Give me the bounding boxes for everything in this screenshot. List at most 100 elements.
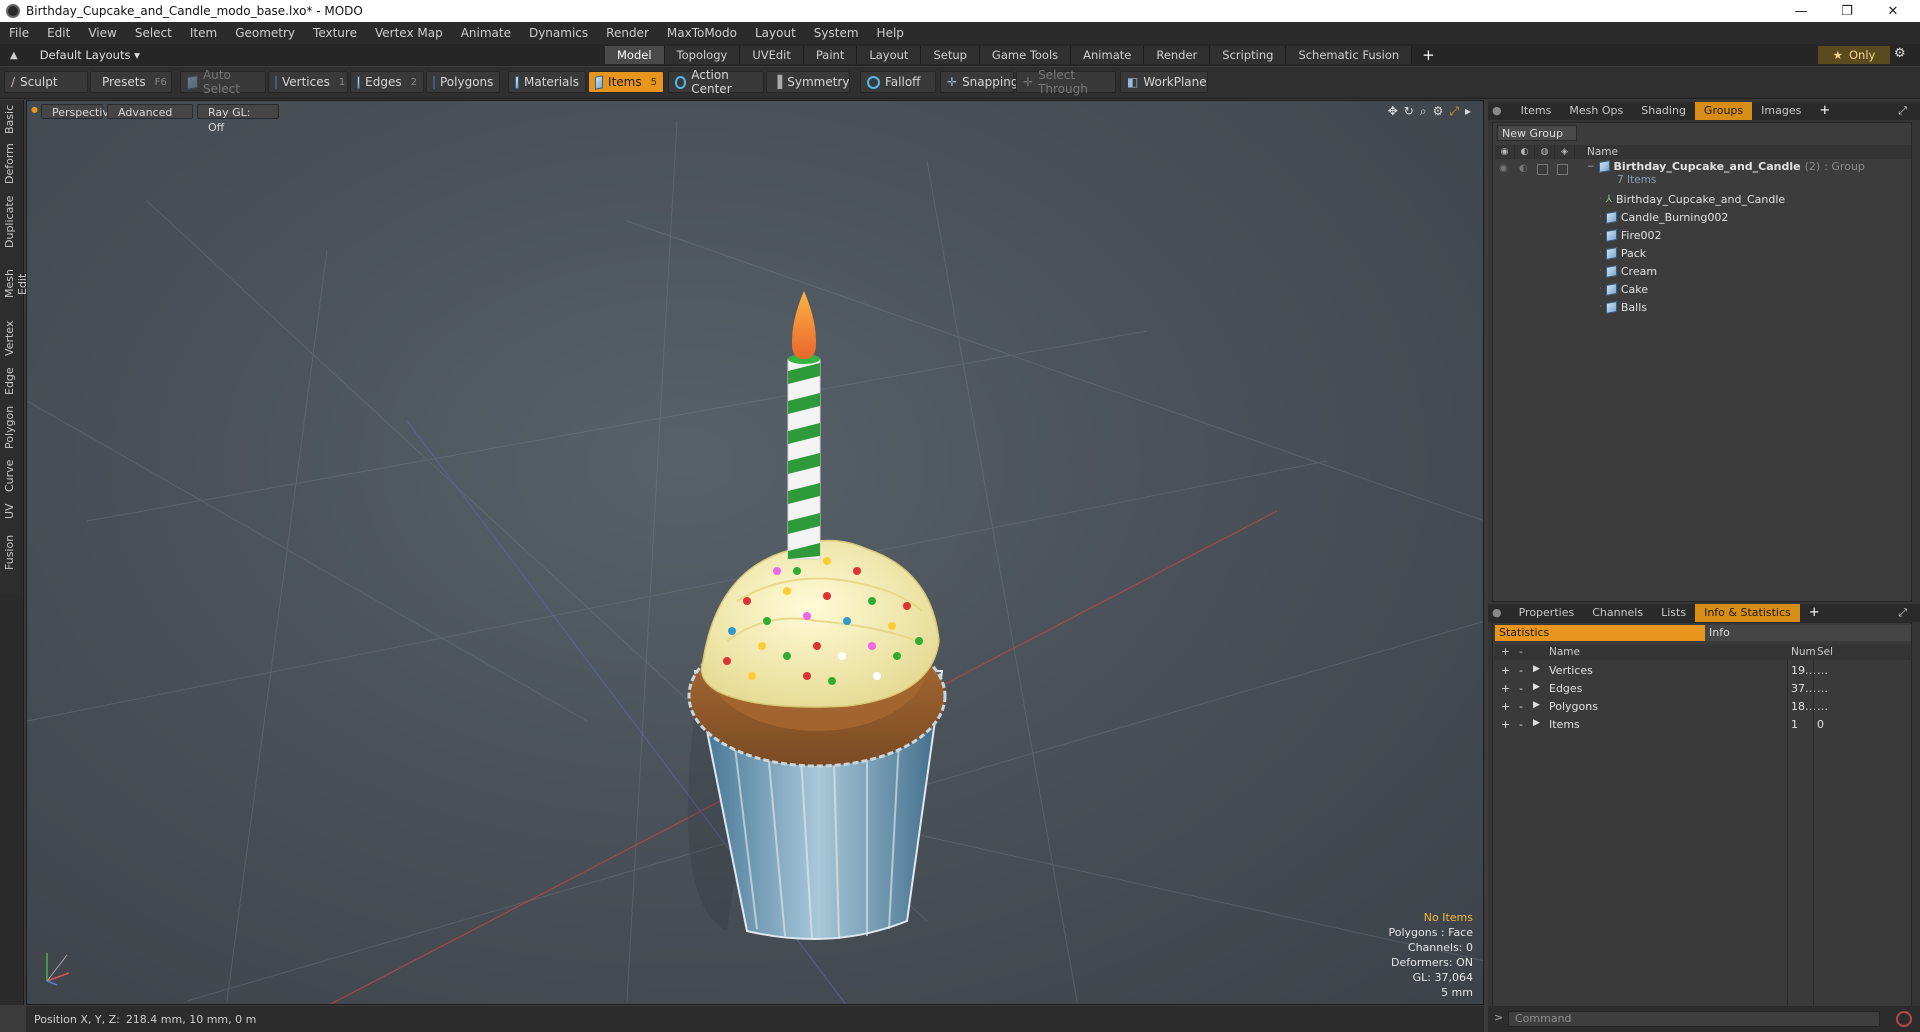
falloff-button[interactable]: Falloff [860, 71, 936, 93]
stats-row[interactable]: + - ▶ Items 1 0 [1495, 716, 1911, 734]
left-tab-curve[interactable]: Curve [3, 458, 21, 494]
remove-icon[interactable]: - [1519, 682, 1523, 695]
edges-button[interactable]: Edges 2 [350, 71, 424, 93]
left-tab-mesh-edit[interactable]: Mesh Edit [3, 258, 29, 310]
group-child-row[interactable]: · Cake [1495, 280, 1911, 298]
vertices-button[interactable]: Vertices 1 [268, 71, 348, 93]
tab-setup[interactable]: Setup [921, 46, 980, 64]
group-child-row[interactable]: · Pack [1495, 244, 1911, 262]
tab-game-tools[interactable]: Game Tools [979, 46, 1072, 64]
raygl-button[interactable]: Ray GL: Off [197, 104, 279, 134]
menu-vertex-map[interactable]: Vertex Map [366, 26, 452, 40]
tab-model[interactable]: Model [605, 46, 665, 64]
tab-scripting[interactable]: Scripting [1210, 46, 1287, 64]
select-column-icon[interactable]: ◈ [1555, 145, 1575, 159]
group-child-row[interactable]: · Candle_Burning002 [1495, 208, 1911, 226]
info-tab[interactable]: Info [1705, 625, 1911, 641]
menu-item[interactable]: Item [181, 26, 226, 40]
polygons-button[interactable]: Polygons [426, 71, 500, 93]
add-icon[interactable]: + [1501, 700, 1510, 713]
view-settings-icon[interactable]: ⚙ [1433, 104, 1444, 119]
tab-render[interactable]: Render [1144, 46, 1211, 64]
tab-mesh-ops[interactable]: Mesh Ops [1560, 102, 1632, 120]
panel-maximize-icon[interactable]: ⤢ [1889, 604, 1916, 622]
presets-button[interactable]: Presets F6 [90, 71, 172, 93]
menu-render[interactable]: Render [597, 26, 658, 40]
add-panel-tab-button[interactable]: + [1810, 102, 1839, 120]
command-input[interactable]: Command [1508, 1011, 1880, 1027]
tab-shading[interactable]: Shading [1632, 102, 1695, 120]
group-root-row[interactable]: ◉ ◐ − Birthday_Cupcake_and_Candle (2) : … [1495, 160, 1911, 190]
command-record-button[interactable] [1896, 1011, 1912, 1027]
add-tab-button[interactable]: + [1422, 46, 1435, 64]
tab-lists[interactable]: Lists [1652, 604, 1695, 622]
group-child-row[interactable]: · Cream [1495, 262, 1911, 280]
tab-images[interactable]: Images [1752, 102, 1810, 120]
left-tab-duplicate[interactable]: Duplicate [3, 196, 21, 248]
root-render-icon[interactable]: ◐ [1519, 163, 1530, 174]
tab-schematic-fusion[interactable]: Schematic Fusion [1286, 46, 1413, 64]
menu-help[interactable]: Help [868, 26, 913, 40]
expand-arrow-icon[interactable]: ▶ [1533, 718, 1540, 728]
menu-maxtomodo[interactable]: MaxToModo [658, 26, 746, 40]
maximize-view-icon[interactable]: ⤢ [1449, 104, 1459, 119]
left-tab-uv[interactable]: UV [3, 500, 21, 522]
tab-uvedit[interactable]: UVEdit [740, 46, 804, 64]
tab-items[interactable]: Items [1512, 102, 1561, 120]
tab-properties[interactable]: Properties [1510, 604, 1584, 622]
new-group-button[interactable]: New Group [1497, 125, 1577, 141]
close-button[interactable]: ✕ [1870, 0, 1916, 22]
tab-layout[interactable]: Layout [857, 46, 922, 64]
snapping-button[interactable]: ✛ Snapping [940, 71, 1018, 93]
stats-row[interactable]: + - ▶ Vertices 19… … [1495, 662, 1911, 680]
menu-animate[interactable]: Animate [452, 26, 520, 40]
action-center-button[interactable]: Action Center [668, 68, 764, 96]
add-panel-tab-button[interactable]: + [1800, 604, 1829, 622]
symmetry-button[interactable]: ▐ Symmetry [766, 71, 850, 93]
add-icon[interactable]: + [1501, 682, 1510, 695]
stats-row[interactable]: + - ▶ Edges 37… … [1495, 680, 1911, 698]
expand-all-icon[interactable]: + [1501, 646, 1510, 658]
gear-icon[interactable]: ⚙ [1894, 46, 1906, 61]
layout-selector[interactable]: Default Layouts ▾ [40, 48, 140, 62]
collapse-all-icon[interactable]: - [1519, 646, 1523, 658]
tab-animate[interactable]: Animate [1071, 46, 1145, 64]
collapse-arrow-icon[interactable]: − [1587, 162, 1595, 172]
expand-arrow-icon[interactable]: ▶ [1533, 682, 1540, 692]
expand-arrow-icon[interactable]: ▶ [1533, 664, 1540, 674]
workplane-button[interactable]: ◧ WorkPlane [1120, 71, 1208, 93]
select-through-button[interactable]: ✛ Select Through [1016, 68, 1116, 96]
render-column-icon[interactable]: ◐ [1515, 145, 1535, 159]
layout-up-icon[interactable]: ▲ [10, 50, 18, 61]
materials-button[interactable]: Materials [508, 71, 586, 93]
menu-file[interactable]: File [0, 26, 38, 40]
minimize-button[interactable]: — [1778, 0, 1824, 22]
root-visibility-icon[interactable]: ◉ [1499, 163, 1510, 174]
remove-icon[interactable]: - [1519, 718, 1523, 731]
menu-geometry[interactable]: Geometry [226, 26, 304, 40]
perspective-button[interactable]: Perspective [41, 104, 116, 119]
left-tab-vertex[interactable]: Vertex [3, 318, 21, 358]
group-child-row[interactable]: · Balls [1495, 298, 1911, 316]
rotate-view-icon[interactable]: ↻ [1404, 104, 1414, 119]
left-tab-deform[interactable]: Deform [3, 143, 21, 184]
tab-paint[interactable]: Paint [803, 46, 858, 64]
menu-system[interactable]: System [805, 26, 868, 40]
left-tab-basic[interactable]: Basic [3, 104, 21, 134]
left-tab-edge[interactable]: Edge [3, 364, 21, 398]
root-select-checkbox[interactable] [1557, 164, 1568, 175]
expand-arrow-icon[interactable]: ▶ [1533, 700, 1540, 710]
left-tab-polygon[interactable]: Polygon [3, 404, 21, 450]
viewport-menu-dot[interactable]: ● [31, 105, 38, 114]
sculpt-button[interactable]: ∕ Sculpt [4, 71, 88, 93]
items-button[interactable]: Items 5 [588, 71, 664, 93]
tab-channels[interactable]: Channels [1583, 604, 1652, 622]
zoom-view-icon[interactable]: ⌕ [1420, 104, 1427, 119]
tab-info-statistics[interactable]: Info & Statistics [1695, 604, 1800, 622]
menu-dynamics[interactable]: Dynamics [520, 26, 597, 40]
visibility-column-icon[interactable]: ◉ [1495, 145, 1515, 159]
add-icon[interactable]: + [1501, 664, 1510, 677]
tab-groups[interactable]: Groups [1694, 102, 1753, 120]
menu-select[interactable]: Select [126, 26, 181, 40]
menu-layout[interactable]: Layout [746, 26, 805, 40]
